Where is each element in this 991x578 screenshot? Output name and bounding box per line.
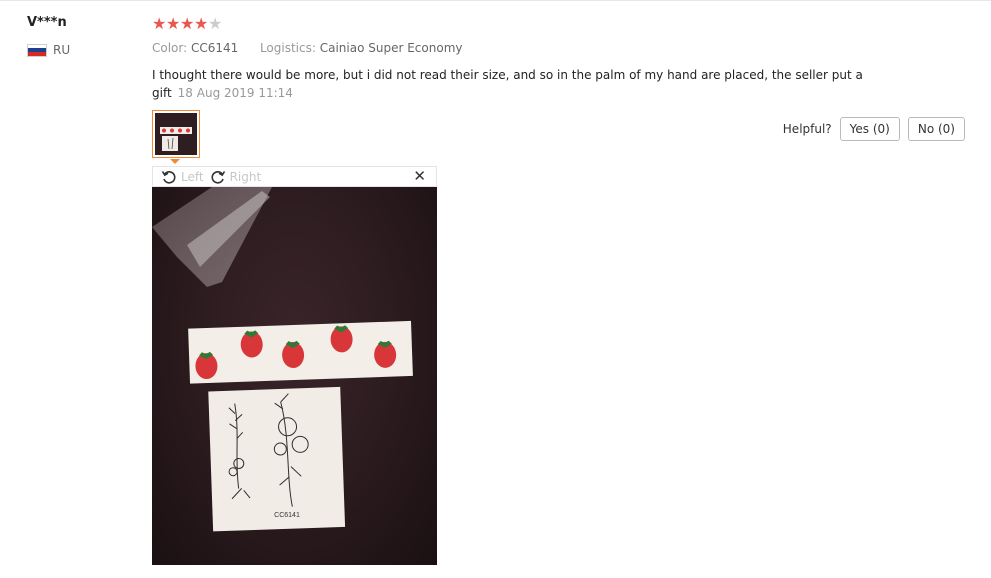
star-filled-icon: ★: [166, 14, 181, 33]
top-divider: [0, 0, 991, 1]
russia-flag-icon: [27, 43, 47, 57]
color-label: Color:: [152, 41, 188, 55]
thumbnail-caret: [170, 159, 180, 164]
rotate-left-label: Left: [181, 169, 204, 184]
strawberry-sticker-sheet: [188, 320, 413, 384]
review-body: I thought there would be more, but i did…: [152, 66, 872, 102]
star-rating: ★ ★ ★ ★ ★: [152, 14, 223, 33]
review-photo: CC6141: [152, 187, 437, 565]
rotate-left-icon: [161, 170, 176, 184]
review-date: 18 Aug 2019 11:14: [177, 86, 293, 100]
photo-thumbnail[interactable]: [152, 110, 200, 158]
helpful-label: Helpful?: [782, 122, 832, 136]
color-value: CC6141: [191, 41, 239, 55]
reviewer-name: V***n: [27, 15, 67, 30]
helpful-no-button[interactable]: No (0): [907, 117, 965, 141]
logistics-value: Cainiao Super Economy: [319, 41, 463, 55]
image-viewer-toolbar: Left Right ✕: [152, 166, 437, 187]
flower-sticker-sheet: [208, 386, 346, 532]
thumbnail-image: [155, 113, 197, 155]
rotate-right-label: Right: [229, 169, 262, 184]
country-code: RU: [53, 43, 71, 57]
reviewer-country: RU: [27, 43, 70, 57]
review-photo-graphic: CC6141: [152, 187, 413, 532]
review-meta: Color: CC6141 Logistics: Cainiao Super E…: [152, 41, 462, 55]
logistics-label: Logistics:: [259, 41, 316, 55]
star-filled-icon: ★: [194, 14, 209, 33]
close-viewer-icon[interactable]: ✕: [413, 169, 426, 184]
rotate-right-icon: [211, 170, 225, 184]
helpful-yes-button[interactable]: Yes (0): [839, 117, 900, 141]
sticker-code-text: CC6141: [274, 512, 300, 519]
rotate-left-button[interactable]: Left: [161, 169, 204, 185]
helpful-section: Helpful? Yes (0) No (0): [783, 117, 965, 141]
star-filled-icon: ★: [152, 14, 167, 33]
thumbnail-graphic: [155, 113, 197, 155]
star-empty-icon: ★: [208, 14, 223, 33]
star-filled-icon: ★: [180, 14, 195, 33]
rotate-right-button[interactable]: Right: [210, 169, 262, 185]
